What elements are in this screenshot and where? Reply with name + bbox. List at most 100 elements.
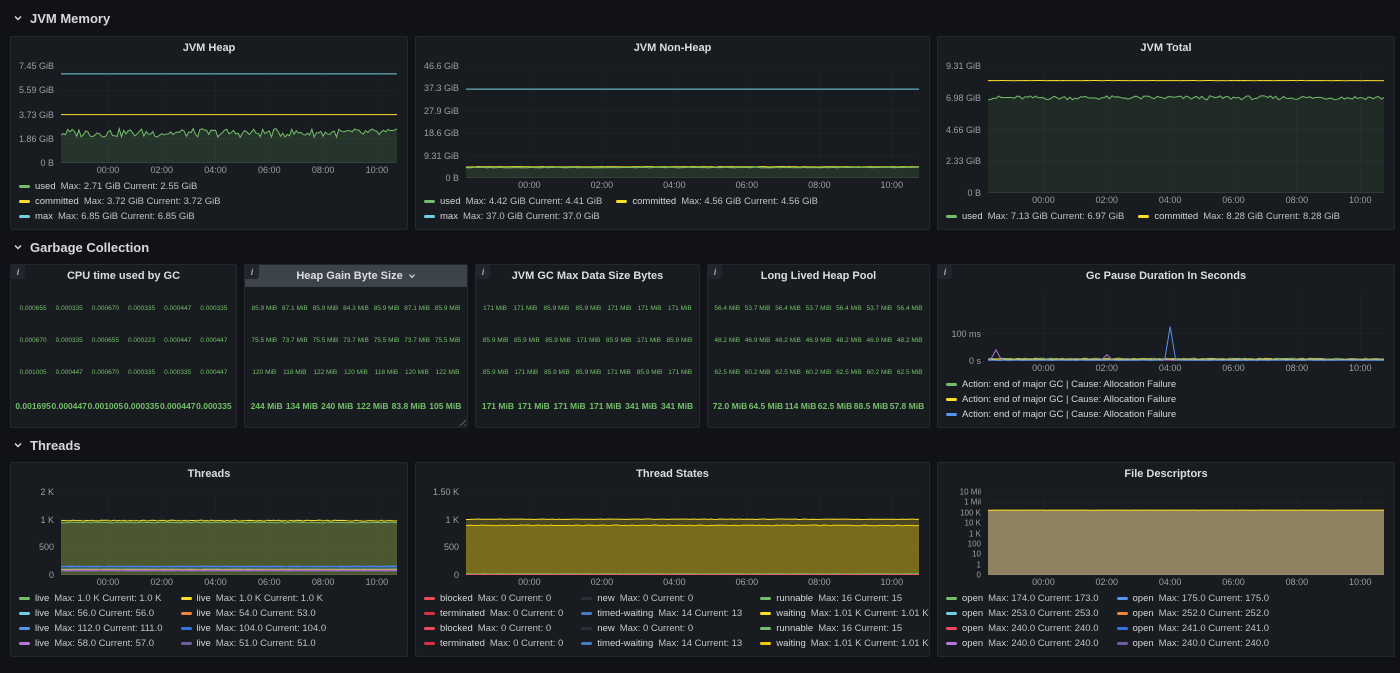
panel-info-icon[interactable]: i	[708, 265, 722, 279]
legend-item[interactable]: Action: end of major GC | Cause: Allocat…	[946, 392, 1176, 407]
panel-info-icon[interactable]: i	[245, 265, 259, 279]
panel-header[interactable]: File Descriptors	[938, 463, 1394, 485]
legend-item[interactable]: liveMax: 1.0 K Current: 1.0 K	[19, 591, 163, 606]
legend-item[interactable]: newMax: 0 Current: 0	[581, 621, 742, 636]
section-header-garbage-collection[interactable]: Garbage Collection	[10, 230, 1395, 264]
y-axis-tick: 3.73 GiB	[19, 110, 54, 120]
legend-item[interactable]: liveMax: 104.0 Current: 104.0	[181, 621, 327, 636]
plot-area[interactable]	[61, 492, 397, 575]
cell-value: 84.3 MiB	[343, 305, 369, 312]
legend-item[interactable]: usedMax: 7.13 GiB Current: 6.97 GiB	[946, 209, 1124, 224]
legend-item[interactable]: terminatedMax: 0 Current: 0	[424, 606, 563, 621]
section-header-jvm-memory[interactable]: JVM Memory	[10, 0, 1395, 36]
legend-item[interactable]: committedMax: 4.56 GiB Current: 4.56 GiB	[616, 194, 818, 209]
series-name: used	[35, 179, 56, 194]
legend-item[interactable]: committedMax: 8.28 GiB Current: 8.28 GiB	[1138, 209, 1340, 224]
legend-item[interactable]: blockedMax: 0 Current: 0	[424, 621, 563, 636]
panel-info-icon[interactable]: i	[11, 265, 25, 279]
legend-item[interactable]: runnableMax: 16 Current: 15	[760, 621, 928, 636]
series-color-swatch	[19, 642, 30, 645]
panel-header[interactable]: Threads	[11, 463, 407, 485]
panel-header[interactable]: Heap Gain Byte Size	[245, 265, 467, 287]
x-axis-tick: 06:00	[1222, 577, 1245, 587]
plot-area[interactable]	[988, 492, 1384, 575]
series-color-swatch	[946, 383, 957, 386]
cell-value: 85.9 MiB	[374, 305, 400, 312]
plot-area[interactable]	[466, 492, 919, 575]
cell-value: 46.9 MiB	[806, 337, 832, 344]
legend-item[interactable]: liveMax: 54.0 Current: 53.0	[181, 606, 327, 621]
y-axis-tick: 0 s	[969, 356, 981, 366]
series-stats: Max: 6.85 GiB Current: 6.85 GiB	[58, 209, 195, 224]
legend-item[interactable]: live Max: 58.0 Current: 57.0	[19, 636, 163, 651]
legend-item[interactable]: openMax: 240.0 Current: 240.0	[1117, 636, 1270, 651]
legend-item[interactable]: openMax: 174.0 Current: 173.0	[946, 591, 1099, 606]
legend-item[interactable]: openMax: 253.0 Current: 253.0	[946, 606, 1099, 621]
panel-header[interactable]: Long Lived Heap Pool	[708, 265, 929, 287]
legend-item[interactable]: liveMax: 51.0 Current: 51.0	[181, 636, 327, 651]
panel-title: CPU time used by GC	[67, 270, 180, 282]
panel-header[interactable]: CPU time used by GC	[11, 265, 236, 287]
legend-item[interactable]: usedMax: 4.42 GiB Current: 4.41 GiB	[424, 194, 602, 209]
series-color-swatch	[946, 398, 957, 401]
legend-item[interactable]: newMax: 0 Current: 0	[581, 591, 742, 606]
x-axis: 00:0002:0004:0006:0008:0010:00	[988, 575, 1384, 589]
legend-item[interactable]: maxMax: 37.0 GiB Current: 37.0 GiB	[424, 209, 600, 224]
legend-item[interactable]: openMax: 240.0 Current: 240.0	[946, 621, 1099, 636]
cell-value: 0.000335	[200, 305, 227, 312]
x-axis-tick: 10:00	[366, 165, 389, 175]
panel-header[interactable]: JVM Total	[938, 37, 1394, 59]
series-name: open	[962, 621, 983, 636]
panel-header[interactable]: JVM Heap	[11, 37, 407, 59]
legend-item[interactable]: timed-waitingMax: 14 Current: 13	[581, 636, 742, 651]
x-axis-tick: 04:00	[204, 165, 227, 175]
legend-item[interactable]: waitingMax: 1.01 K Current: 1.01 K	[760, 636, 928, 651]
total-value: 0.001695	[15, 401, 50, 411]
cell-value: 171 MiB	[638, 305, 662, 312]
plot-area[interactable]	[988, 294, 1384, 361]
value-row: 75.5 MiB73.7 MiB75.5 MiB73.7 MiB75.5 MiB…	[249, 337, 463, 344]
panel-header[interactable]: Thread States	[416, 463, 929, 485]
legend-item[interactable]: openMax: 240.0 Current: 240.0	[946, 636, 1099, 651]
series-stats: Max: 14 Current: 13	[658, 636, 742, 651]
panel-info-icon[interactable]: i	[938, 265, 952, 279]
cell-value: 171 MiB	[607, 369, 631, 376]
series-name: live	[35, 636, 49, 651]
panel-info-icon[interactable]: i	[476, 265, 490, 279]
series-name: used	[962, 209, 983, 224]
legend-item[interactable]: Action: end of major GC | Cause: Allocat…	[946, 377, 1176, 392]
legend-item[interactable]: openMax: 241.0 Current: 241.0	[1117, 621, 1270, 636]
legend-item[interactable]: Action: end of major GC | Cause: Allocat…	[946, 407, 1176, 422]
legend-item[interactable]: usedMax: 2.71 GiB Current: 2.55 GiB	[19, 179, 197, 194]
series-name: open	[1133, 621, 1154, 636]
cell-value: 85.9 MiB	[637, 369, 663, 376]
legend-item[interactable]: liveMax: 56.0 Current: 56.0	[19, 606, 163, 621]
plot-area[interactable]	[61, 66, 397, 163]
legend-item[interactable]: committedMax: 3.72 GiB Current: 3.72 GiB	[19, 194, 221, 209]
panel-header[interactable]: Gc Pause Duration In Seconds	[938, 265, 1394, 287]
section-header-threads[interactable]: Threads	[10, 428, 1395, 462]
series-color-swatch	[19, 185, 30, 188]
panel-header[interactable]: JVM GC Max Data Size Bytes	[476, 265, 699, 287]
legend-item[interactable]: blockedMax: 0 Current: 0	[424, 591, 563, 606]
legend-item[interactable]: terminatedMax: 0 Current: 0	[424, 636, 563, 651]
legend-item[interactable]: timed-waitingMax: 14 Current: 13	[581, 606, 742, 621]
legend-item[interactable]: runnableMax: 16 Current: 15	[760, 591, 928, 606]
legend-item[interactable]: liveMax: 112.0 Current: 111.0	[19, 621, 163, 636]
legend-item[interactable]: maxMax: 6.85 GiB Current: 6.85 GiB	[19, 209, 195, 224]
series-name: used	[440, 194, 461, 209]
legend-item[interactable]: openMax: 252.0 Current: 252.0	[1117, 606, 1270, 621]
cell-value: 56.4 MiB	[775, 305, 801, 312]
legend-item[interactable]: liveMax: 1.0 K Current: 1.0 K	[181, 591, 327, 606]
plot-area[interactable]	[466, 66, 919, 178]
series-stats: Max: 58.0 Current: 57.0	[54, 636, 154, 651]
value-row: 120 MiB118 MiB122 MiB120 MiB118 MiB120 M…	[249, 369, 463, 376]
series-name: Action: end of major GC | Cause: Allocat…	[962, 377, 1176, 392]
plot-area[interactable]	[988, 66, 1384, 193]
total-value: 105 MiB	[429, 401, 461, 411]
legend-item[interactable]: openMax: 175.0 Current: 175.0	[1117, 591, 1270, 606]
y-axis-tick: 1 K	[445, 515, 459, 525]
x-axis-tick: 00:00	[97, 165, 120, 175]
panel-header[interactable]: JVM Non-Heap	[416, 37, 929, 59]
legend-item[interactable]: waitingMax: 1.01 K Current: 1.01 K	[760, 606, 928, 621]
